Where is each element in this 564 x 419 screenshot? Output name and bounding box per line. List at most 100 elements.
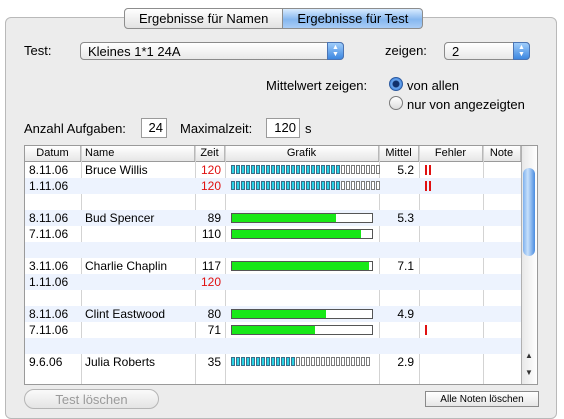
time-bar [231,229,373,239]
task-segment [246,357,250,366]
radio-nur-angezeigten-label[interactable]: nur von angezeigten [407,97,525,112]
alle-noten-loeschen-button[interactable]: Alle Noten löschen [425,391,539,407]
zeit-cell [195,290,221,306]
table-row[interactable]: 1.11.06 120 [25,178,521,194]
table-row[interactable]: 3.11.06 Charlie Chaplin 117 7.1 [25,258,521,274]
task-segment [256,357,260,366]
time-bar-fill [232,326,315,334]
col-note[interactable]: Note [483,146,521,161]
table-row[interactable]: 7.11.06 110 [25,226,521,242]
zeit-cell: 35 [207,355,221,369]
task-segment [301,181,305,190]
tab-bar: Ergebnisse für Namen Ergebnisse für Test [124,8,424,29]
name-cell [85,194,193,210]
col-fehler[interactable]: Fehler [419,146,483,161]
zeit-cell [195,242,221,258]
updown-arrows-icon: ▲ ▼ [327,42,344,60]
datum-cell [29,290,81,306]
datum-cell [29,194,81,210]
table-row[interactable] [25,290,521,306]
task-segment [336,165,340,174]
tab-ergebnisse-test[interactable]: Ergebnisse für Test [283,8,424,29]
task-segment [236,165,240,174]
table-row[interactable]: 1.11.06 120 [25,274,521,290]
test-select[interactable]: Kleines 1*1 24A ▲ ▼ [80,42,344,60]
task-segment [336,357,340,366]
zeit-cell: 89 [207,211,221,225]
table-row[interactable] [25,194,521,210]
datum-cell: 3.11.06 [29,259,69,273]
scroll-up-icon[interactable]: ▲ [525,351,533,360]
task-segment [346,181,350,190]
task-segment [341,181,345,190]
zeit-cell: 120 [200,179,221,193]
maxzeit-field[interactable]: 120 [266,118,300,138]
maxzeit-unit: s [305,121,312,136]
task-segment [361,181,365,190]
table-row[interactable]: 8.11.06 Clint Eastwood 80 4.9 [25,306,521,322]
error-mark [425,325,427,335]
error-mark [429,181,431,191]
task-segment [316,357,320,366]
table-row[interactable]: 8.11.06 Bud Spencer 89 5.3 [25,210,521,226]
task-segment [281,181,285,190]
task-segment [331,165,335,174]
task-segment [261,181,265,190]
datum-cell: 7.11.06 [29,227,69,241]
task-segment [336,181,340,190]
task-segment [311,181,315,190]
datum-cell: 8.11.06 [29,307,69,321]
task-segment [376,181,380,190]
task-segment [236,181,240,190]
name-cell [85,322,193,338]
time-bar [231,213,373,223]
results-table: Datum Name Zeit Grafik Mittel Fehler Not… [24,145,538,385]
vertical-scrollbar[interactable]: ▲ ▼ [521,146,537,384]
radio-von-allen-label[interactable]: von allen [407,78,459,93]
col-datum[interactable]: Datum [25,146,81,161]
task-segment [241,181,245,190]
table-row[interactable]: 9.6.06 Julia Roberts 35 2.9 [25,354,521,370]
zeit-cell [195,194,221,210]
task-segment [266,165,270,174]
task-segment [356,181,360,190]
task-segment [291,357,295,366]
mittel-cell [379,290,414,306]
tab-ergebnisse-namen[interactable]: Ergebnisse für Namen [124,8,284,29]
radio-von-allen[interactable] [389,77,403,91]
col-zeit[interactable]: Zeit [195,146,225,161]
task-segment [231,357,235,366]
task-segment [346,357,350,366]
datum-cell: 8.11.06 [29,163,69,177]
table-row[interactable]: 7.11.06 71 [25,322,521,338]
mittel-cell [379,242,414,258]
col-mittel[interactable]: Mittel [379,146,419,161]
table-row[interactable] [25,338,521,354]
col-grafik[interactable]: Grafik [225,146,379,161]
task-segment [281,165,285,174]
time-bar-fill [232,262,369,270]
task-segment [341,357,345,366]
name-cell [85,338,193,354]
table-row[interactable]: 8.11.06 Bruce Willis 120 5.2 [25,162,521,178]
task-segment [291,181,295,190]
task-segment [231,165,235,174]
zeigen-select[interactable]: 2 ▲ ▼ [444,42,530,60]
task-segment [321,357,325,366]
task-segment [291,165,295,174]
task-segment [321,165,325,174]
col-name[interactable]: Name [81,146,195,161]
task-segment [296,357,300,366]
task-segment [246,165,250,174]
table-row[interactable] [25,242,521,258]
task-segment [256,181,260,190]
test-loeschen-button[interactable]: Test löschen [24,389,159,409]
scroll-down-icon[interactable]: ▼ [525,368,533,377]
task-segment [301,165,305,174]
task-segment [276,181,280,190]
scroll-thumb[interactable] [523,168,535,256]
mittel-cell: 4.9 [397,307,414,321]
radio-nur-angezeigten[interactable] [389,96,403,110]
anzahl-field[interactable]: 24 [141,118,167,138]
error-mark [425,181,427,191]
